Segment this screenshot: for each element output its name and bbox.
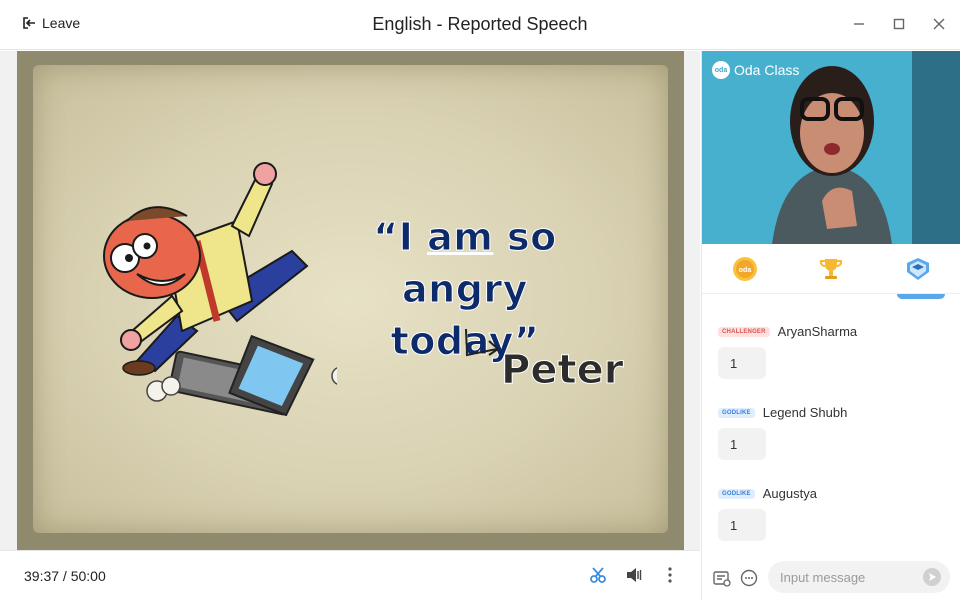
chat-username: Legend Shubh bbox=[762, 405, 848, 420]
oda-logo-icon: oda bbox=[712, 61, 730, 79]
chat-list[interactable]: CHALLENGER AryanSharma 1 GODLIKE Legend … bbox=[702, 294, 960, 554]
scroll-indicator bbox=[897, 294, 945, 299]
chat-message: GODLIKE Augustya 1 bbox=[718, 486, 817, 541]
side-panel: oda Oda Class oda CHALLENGER AryanSharma… bbox=[701, 51, 960, 600]
more-vert-icon[interactable] bbox=[660, 565, 680, 585]
slide-speaker: Peter bbox=[500, 347, 624, 394]
maximize-icon[interactable] bbox=[890, 14, 908, 34]
rank-badge: CHALLENGER bbox=[718, 326, 770, 337]
arrow-icon bbox=[465, 328, 500, 357]
brand-name: Oda Class bbox=[734, 62, 800, 78]
oda-class-brand: oda Oda Class bbox=[712, 61, 799, 79]
time-elapsed: 39:37 bbox=[24, 568, 60, 584]
slide: “I am so angry today” Peter bbox=[17, 51, 684, 550]
panel-tabs: oda bbox=[702, 244, 960, 294]
window-title: English - Reported Speech bbox=[372, 14, 588, 34]
class-badge-icon[interactable] bbox=[903, 254, 933, 284]
chat-username: AryanSharma bbox=[777, 324, 858, 339]
quote-part-1: “I bbox=[373, 215, 428, 260]
chat-bubble: 1 bbox=[718, 428, 766, 460]
teacher-video: oda Oda Class bbox=[702, 51, 960, 244]
minimize-icon[interactable] bbox=[850, 14, 868, 34]
angry-man-illustration bbox=[103, 162, 337, 416]
message-filter-icon[interactable] bbox=[713, 569, 731, 587]
speaker-icon[interactable] bbox=[624, 565, 644, 585]
trophy-icon[interactable] bbox=[816, 254, 846, 284]
chat-bubble: 1 bbox=[718, 347, 766, 379]
send-icon[interactable] bbox=[923, 568, 941, 586]
chat-input-bar bbox=[702, 554, 960, 600]
chat-bubble: 1 bbox=[718, 509, 766, 541]
scissors-icon[interactable] bbox=[588, 565, 608, 585]
rank-badge: GODLIKE bbox=[718, 488, 755, 499]
rank-badge: GODLIKE bbox=[718, 407, 755, 418]
oda-coin-icon[interactable]: oda bbox=[730, 254, 760, 284]
teacher-video-feed bbox=[702, 51, 960, 244]
svg-text:oda: oda bbox=[739, 267, 752, 274]
player-bar: 39:37 / 50:00 bbox=[0, 550, 700, 600]
quote-part-2: so bbox=[493, 215, 557, 260]
chat-message: CHALLENGER AryanSharma 1 bbox=[718, 324, 857, 379]
class-timer: 39:37 / 50:00 bbox=[24, 568, 106, 584]
title-bar: Leave English - Reported Speech bbox=[0, 0, 960, 50]
chat-username: Augustya bbox=[762, 486, 817, 501]
time-separator: / bbox=[59, 568, 71, 584]
slide-stage: “I am so angry today” Peter bbox=[0, 51, 700, 550]
chat-message: GODLIKE Legend Shubh 1 bbox=[718, 405, 847, 460]
quote-emphasis: am bbox=[427, 215, 494, 260]
emoji-icon[interactable] bbox=[740, 569, 758, 587]
close-icon[interactable] bbox=[930, 14, 948, 34]
time-total: 50:00 bbox=[70, 568, 106, 584]
